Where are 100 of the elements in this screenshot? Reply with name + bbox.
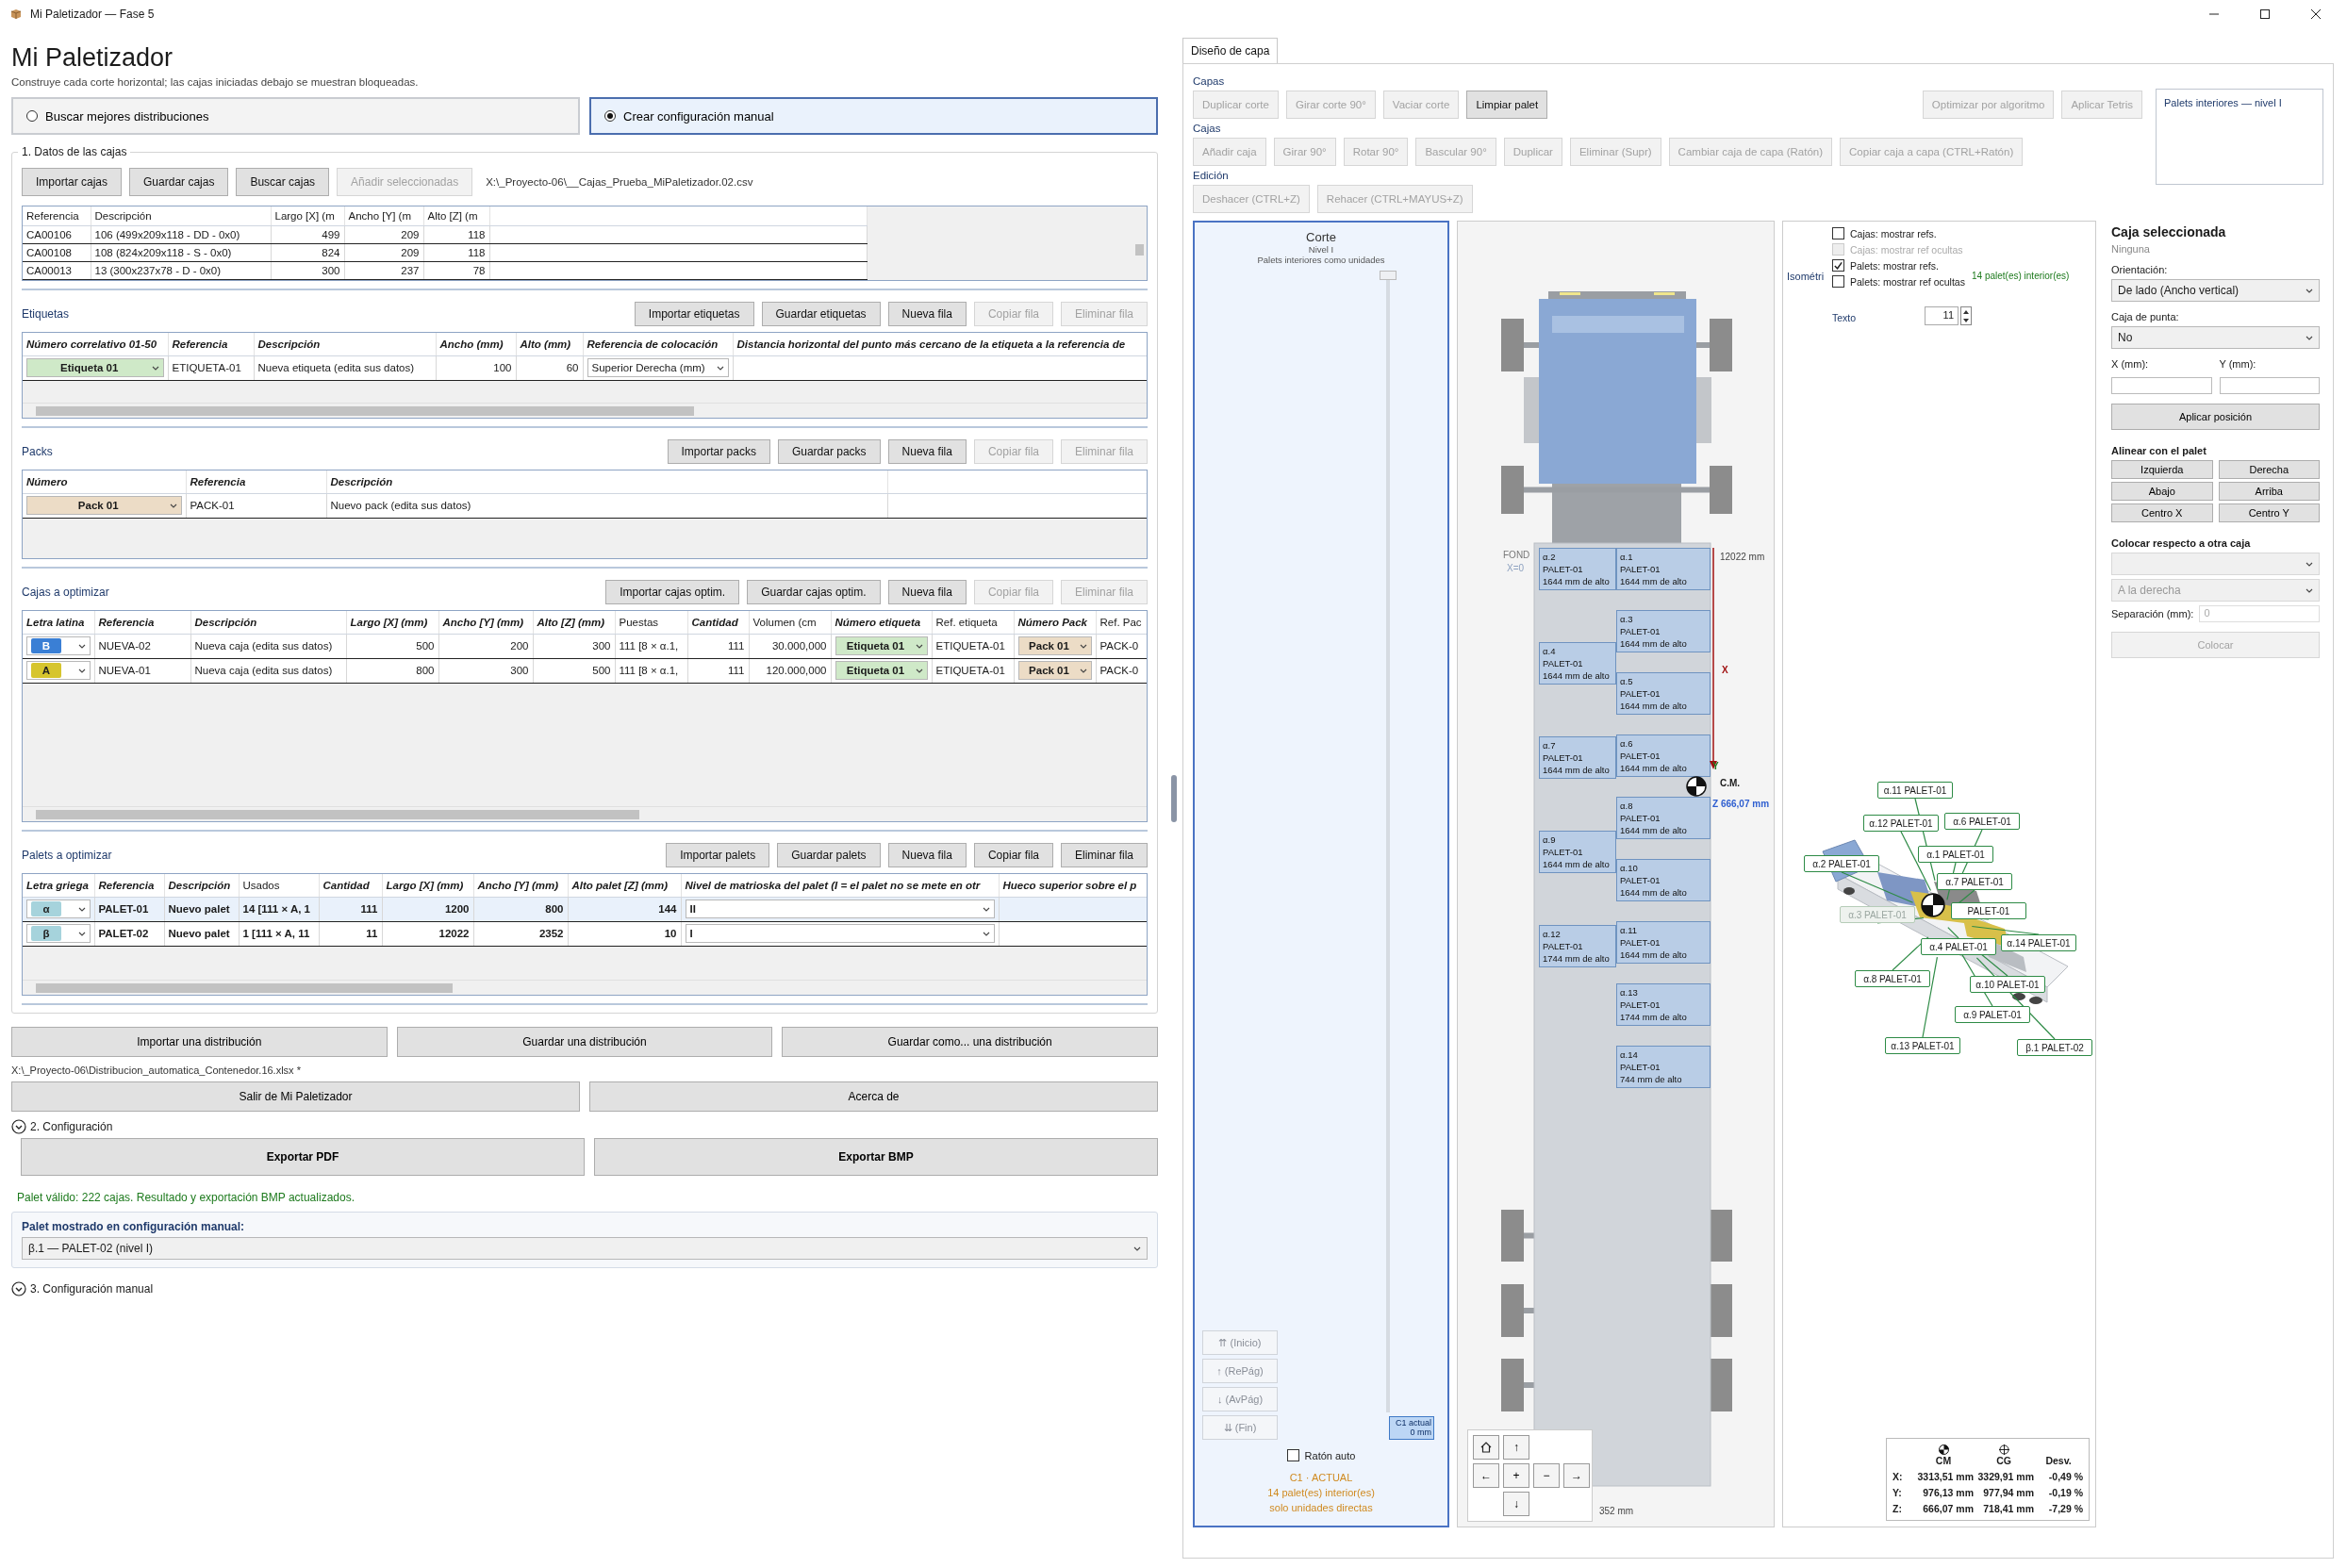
pallet-box[interactable]: α.11 PALET-01 1644 mm de alto — [1616, 921, 1711, 964]
column-header[interactable]: Descripción — [91, 206, 271, 225]
home-button[interactable] — [1473, 1435, 1499, 1460]
align-button[interactable]: Izquierda — [2111, 460, 2213, 479]
pallet-box[interactable]: α.2 PALET-01 1644 mm de alto — [1539, 548, 1616, 590]
toolbar-button[interactable]: Guardar packs — [777, 439, 881, 464]
distribution-button[interactable]: Importar una distribución — [11, 1027, 388, 1057]
column-header[interactable]: Puestas — [615, 611, 687, 634]
toolbar-button[interactable]: Eliminar fila — [1061, 843, 1148, 867]
pallet-callout[interactable]: α.12 PALET-01 — [1863, 815, 1939, 832]
pallet-box[interactable]: α.1 PALET-01 1644 mm de alto — [1616, 548, 1711, 590]
checkbox-label[interactable]: Palets: mostrar refs. — [1850, 259, 1939, 272]
toolbar-button[interactable]: Importar etiquetas — [634, 302, 754, 326]
column-header[interactable]: Alto (mm) — [516, 333, 583, 355]
pallet-callout[interactable]: α.7 PALET-01 — [1937, 873, 2012, 890]
pallet-callout[interactable]: α.14 PALET-01 — [2001, 934, 2076, 951]
column-header[interactable]: Descripción — [254, 333, 436, 355]
pallet-callout[interactable]: α.2 PALET-01 — [1804, 855, 1879, 872]
scrollbar[interactable] — [23, 403, 1147, 418]
checkbox[interactable] — [1286, 1449, 1299, 1462]
column-header[interactable]: Ancho (mm) — [436, 333, 516, 355]
slider-thumb[interactable] — [1380, 271, 1397, 280]
checkbox-label[interactable]: Cajas: mostrar refs. — [1850, 227, 1937, 239]
letter-dropdown[interactable]: α — [26, 900, 91, 918]
column-header[interactable]: Referencia — [186, 470, 326, 493]
letter-dropdown[interactable]: A — [26, 661, 91, 680]
section-header[interactable]: 2. Configuración — [30, 1120, 113, 1133]
column-header[interactable]: Referencia de colocación — [583, 333, 733, 355]
dropdown[interactable]: Pack 01 — [1017, 661, 1092, 680]
toolbar-button[interactable]: Importar palets — [666, 843, 770, 867]
column-header[interactable]: Largo [X] (mm) — [382, 874, 473, 897]
column-header[interactable]: Referencia — [94, 611, 190, 634]
expand-icon[interactable] — [11, 1281, 26, 1296]
column-header[interactable]: Número — [23, 470, 186, 493]
toolbar-button[interactable]: Nueva fila — [887, 843, 967, 867]
pallet-callout[interactable]: β.1 PALET-02 — [2017, 1039, 2092, 1056]
layer-marker[interactable]: C1 actual 0 mm — [1389, 1415, 1434, 1441]
toolbar-button[interactable]: Importar packs — [667, 439, 770, 464]
align-button[interactable]: Abajo — [2111, 482, 2213, 501]
column-header[interactable]: Largo [X] (mm) — [346, 611, 438, 634]
export-button[interactable]: Exportar BMP — [594, 1138, 1158, 1176]
column-header[interactable]: Alto palet [Z] (mm) — [568, 874, 681, 897]
pallet-callout[interactable]: α.1 PALET-01 — [1918, 846, 1993, 863]
column-header[interactable]: Referencia — [23, 206, 91, 225]
pallet-callout[interactable]: α.6 PALET-01 — [1944, 813, 2020, 830]
pallet-box[interactable]: α.7 PALET-01 1644 mm de alto — [1539, 736, 1616, 779]
column-header[interactable]: Número etiqueta — [831, 611, 932, 634]
pallet-box[interactable]: α.5 PALET-01 1644 mm de alto — [1616, 672, 1711, 715]
section-header[interactable]: 3. Configuración manual — [30, 1282, 154, 1296]
input-field[interactable] — [2111, 377, 2212, 394]
dropdown[interactable]: Superior Derecha (mm) — [587, 358, 729, 377]
column-header[interactable]: Número Pack — [1014, 611, 1096, 634]
pan-button[interactable]: ← — [1473, 1463, 1499, 1488]
pallet-box[interactable]: α.14 PALET-01 744 mm de alto — [1616, 1046, 1711, 1088]
column-header[interactable]: Ancho [Y] (mm) — [473, 874, 568, 897]
toolbar-button[interactable]: Guardar cajas — [129, 168, 229, 196]
column-header[interactable]: Descripción — [164, 874, 239, 897]
checkbox-label[interactable]: Ratón auto — [1304, 1449, 1356, 1461]
toolbar-button[interactable]: Guardar cajas optim. — [747, 580, 881, 604]
pan-button[interactable]: + — [1503, 1463, 1529, 1488]
column-header[interactable]: Cantidad — [687, 611, 749, 634]
toolbar-button[interactable]: Importar cajas — [22, 168, 123, 196]
dropdown[interactable]: Etiqueta 01 — [835, 661, 928, 680]
spinner-arrows-icon[interactable] — [1960, 306, 1972, 325]
align-button[interactable]: Arriba — [2218, 482, 2320, 501]
column-header[interactable]: Número correlativo 01-50 — [23, 333, 168, 355]
pallet-callout[interactable]: α.13 PALET-01 — [1885, 1037, 1960, 1054]
letter-dropdown[interactable]: β — [26, 924, 91, 943]
toolbar-button[interactable]: Buscar cajas — [236, 168, 330, 196]
column-header[interactable]: Alto [Z] (m — [423, 206, 489, 225]
scrollbar[interactable] — [23, 806, 1147, 821]
column-header[interactable]: Alto [Z] (mm) — [533, 611, 615, 634]
scrollbar[interactable] — [23, 980, 1147, 995]
toolbar-button[interactable]: Nueva fila — [887, 302, 967, 326]
column-header[interactable]: Letra griega — [23, 874, 94, 897]
column-header[interactable]: Ref. etiqueta — [932, 611, 1014, 634]
splitter-handle[interactable] — [1171, 774, 1177, 822]
pallet-box[interactable]: α.13 PALET-01 1744 mm de alto — [1616, 983, 1711, 1026]
column-header[interactable]: Hueco superior sobre el p — [999, 874, 1147, 897]
dropdown[interactable]: Pack 01 — [1017, 636, 1092, 655]
app-button[interactable]: Acerca de — [589, 1081, 1158, 1112]
column-header[interactable]: Volumen (cm — [749, 611, 831, 634]
input-field[interactable] — [2219, 377, 2320, 394]
pallet-callout[interactable]: α.4 PALET-01 — [1921, 938, 1996, 955]
text-size-field[interactable]: 11 — [1925, 306, 1959, 325]
pallet-box[interactable]: α.10 PALET-01 1644 mm de alto — [1616, 859, 1711, 901]
pallet-box[interactable]: α.3 PALET-01 1644 mm de alto — [1616, 610, 1711, 652]
mode-option[interactable]: Crear configuración manual — [589, 97, 1158, 135]
pallet-callout[interactable]: α.10 PALET-01 — [1970, 976, 2045, 993]
export-button[interactable]: Exportar PDF — [21, 1138, 585, 1176]
dropdown[interactable]: Etiqueta 01 — [835, 636, 928, 655]
column-header[interactable]: Descripción — [326, 470, 887, 493]
column-header[interactable]: Referencia — [168, 333, 254, 355]
checkbox[interactable] — [1832, 275, 1844, 288]
column-header[interactable]: Usados — [239, 874, 319, 897]
tab[interactable]: Diseño de capa — [1182, 38, 1279, 63]
dropdown[interactable]: Pack 01 — [26, 496, 182, 515]
column-header[interactable]: Letra latina — [23, 611, 94, 634]
pallet-callout[interactable]: PALET-01 — [1951, 902, 2026, 919]
checkbox[interactable] — [1832, 227, 1844, 239]
